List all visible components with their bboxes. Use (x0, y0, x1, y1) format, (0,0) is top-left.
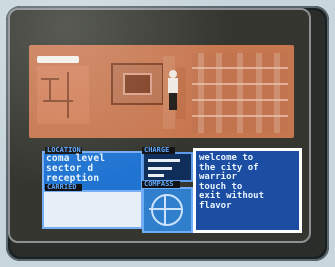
wall-window (111, 63, 164, 105)
carried-panel (42, 190, 143, 229)
machinery-column (198, 53, 204, 133)
message-text: welcome to the city of warrior touch to … (199, 153, 291, 211)
compass-icon (151, 194, 183, 226)
score-counter (37, 56, 79, 63)
wall-pipe (67, 72, 69, 118)
character-head (169, 70, 177, 78)
compass-needle (164, 194, 166, 226)
compass-title: COMPASS (142, 181, 180, 188)
window-pane (123, 73, 152, 95)
machinery-row (192, 99, 288, 101)
player-character (165, 70, 181, 110)
charge-bar (148, 174, 164, 177)
machinery-wall (192, 53, 288, 133)
machinery-column (274, 53, 280, 133)
machinery-row (192, 115, 288, 117)
left-wall-panel (37, 66, 89, 124)
charge-bar (148, 167, 172, 170)
machinery-row (192, 67, 288, 69)
message-line: flavor (199, 200, 232, 211)
carried-title: CARRIED (45, 184, 82, 191)
machinery-column (237, 53, 243, 133)
wall-pipe (43, 100, 73, 102)
machinery-row (192, 83, 288, 85)
charge-bar (148, 159, 180, 162)
machinery-column (256, 53, 262, 133)
character-body (168, 78, 178, 93)
location-text: coma level sector d reception (46, 154, 137, 184)
charge-title: CHARGE (142, 147, 175, 154)
compass-needle (149, 208, 181, 210)
wall-pipe (49, 80, 51, 102)
machinery-column (216, 53, 222, 133)
character-legs (169, 93, 177, 110)
